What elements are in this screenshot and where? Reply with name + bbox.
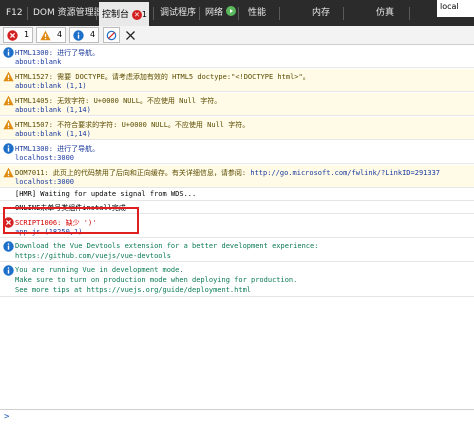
console-source-link[interactable]: about:blank (1,14) <box>15 106 91 114</box>
console-message: HTML1405: 无效字符: U+0000 NULL。不应使用 Null 字符… <box>15 97 222 105</box>
console-source-link[interactable]: app.js (18250,1) <box>15 228 82 236</box>
tab-divider <box>238 7 239 20</box>
console-message: HTML1300: 进行了导航。 <box>15 145 100 153</box>
tab-divider <box>409 7 410 20</box>
info-icon <box>3 265 14 276</box>
console-source-link[interactable]: about:blank (1,1) <box>15 82 87 90</box>
tab-dom-explorer-label: DOM 资源管理器 <box>33 8 103 18</box>
tab-performance[interactable]: 性能 <box>248 0 266 26</box>
console-message: HTML1507: 不符合要求的字符: U+0000 NULL。不应使用 Nul… <box>15 121 250 129</box>
tab-f12: F12 <box>6 0 23 26</box>
console-message: ONLINE未单号类组件install完成 <box>15 204 126 212</box>
info-icon <box>3 241 14 252</box>
warning-count: 4 <box>57 30 63 39</box>
tab-performance-label: 性能 <box>248 8 267 18</box>
console-source-link[interactable]: about:blank (1,14) <box>15 130 91 138</box>
tab-debugger-label: 调试程序 <box>160 8 197 18</box>
console-entry-log: [HMR] Waiting for update signal from WDS… <box>0 189 474 201</box>
console-entry-info: Download the Vue Devtools extension for … <box>0 239 474 262</box>
error-icon <box>3 217 14 228</box>
console-entry-info: HTML1300: 进行了导航。 localhost:3000 <box>0 141 474 164</box>
preserve-log-icon <box>106 30 117 41</box>
tab-network[interactable]: 网络 <box>205 0 236 26</box>
console-entry-error: SCRIPT1006: 缺少 ')' app.js (18250,1) <box>0 215 474 238</box>
console-entry-warning: HTML1527: 需要 DOCTYPE。请考虑添加有效的 HTML5 doct… <box>0 69 474 92</box>
local-label: local <box>437 0 474 17</box>
tab-divider <box>199 7 200 20</box>
console-message: Download the Vue Devtools extension for … <box>15 242 319 250</box>
console-source-link[interactable]: localhost:3000 <box>15 154 74 162</box>
tab-emulation[interactable]: 仿真 <box>376 0 394 26</box>
console-entry-info: You are running Vue in development mode.… <box>0 263 474 297</box>
warning-icon <box>3 95 14 106</box>
console-input-bar: > <box>0 409 474 427</box>
console-message: HTML1300: 进行了导航。 <box>15 49 100 57</box>
devtools-tab-bar: F12 DOM 资源管理器 控制台 ✕ 1 调试程序 网络 性能 内存 仿真 lo… <box>0 0 474 26</box>
tab-console[interactable]: 控制台 ✕ 1 <box>99 0 149 26</box>
play-icon <box>225 6 236 16</box>
f12-label: F12 <box>6 8 23 18</box>
console-entry-info: HTML1300: 进行了导航。 about:blank <box>0 45 474 68</box>
filter-info-button[interactable]: 4 <box>69 27 99 43</box>
console-entry-warning: DOM7011: 此页上的代码禁用了后向和正向缓存。有关详细信息，请参阅: ht… <box>0 165 474 188</box>
tab-divider <box>153 7 154 20</box>
error-badge-icon: ✕ <box>131 10 142 20</box>
console-message: You are running Vue in development mode. <box>15 266 184 274</box>
info-icon <box>3 47 14 58</box>
console-message-text: DOM7011: 此页上的代码禁用了后向和正向缓存。有关详细信息，请参阅: <box>15 169 247 177</box>
warning-icon <box>3 167 14 178</box>
info-icon <box>3 143 14 154</box>
tab-divider <box>343 7 344 20</box>
tab-divider <box>96 7 97 20</box>
fwlink-url[interactable]: http://go.microsoft.com/fwlink/?LinkID=2… <box>250 169 440 177</box>
console-message: [HMR] Waiting for update signal from WDS… <box>15 190 197 198</box>
console-message: SCRIPT1006: 缺少 ')' <box>15 219 97 227</box>
tab-network-label: 网络 <box>205 8 224 18</box>
warning-icon <box>3 119 14 130</box>
tab-debugger[interactable]: 调试程序 <box>160 0 196 26</box>
info-icon <box>73 30 84 41</box>
vue-devtools-url[interactable]: https://github.com/vuejs/vue-devtools <box>15 252 171 260</box>
console-toolbar: 1 4 4 <box>0 26 474 45</box>
console-message: HTML1527: 需要 DOCTYPE。请考虑添加有效的 HTML5 doct… <box>15 73 310 81</box>
console-entry-warning: HTML1405: 无效字符: U+0000 NULL。不应使用 Null 字符… <box>0 93 474 116</box>
local-label-text: local <box>440 2 459 11</box>
tab-dom-explorer[interactable]: DOM 资源管理器 <box>33 0 103 26</box>
prompt-chevron-icon: > <box>4 412 10 422</box>
console-source-link[interactable]: about:blank <box>15 58 61 66</box>
console-message-line2: Make sure to turn on production mode whe… <box>15 276 298 284</box>
tab-memory-label: 内存 <box>312 8 331 18</box>
console-entry-log: ONLINE未单号类组件install完成 <box>0 202 474 214</box>
warning-icon <box>3 71 14 82</box>
tab-emulation-label: 仿真 <box>376 8 395 18</box>
tab-memory[interactable]: 内存 <box>312 0 330 26</box>
warning-icon <box>40 30 51 41</box>
tab-console-badge: 1 <box>141 10 147 19</box>
console-message: DOM7011: 此页上的代码禁用了后向和正向缓存。有关详细信息，请参阅: ht… <box>15 168 440 178</box>
console-source-link[interactable]: localhost:3000 <box>15 178 74 186</box>
tab-divider <box>27 7 28 20</box>
filter-warnings-button[interactable]: 4 <box>36 27 66 43</box>
clear-console-button[interactable] <box>123 27 137 43</box>
error-count: 1 <box>24 30 30 39</box>
tab-divider <box>279 7 280 20</box>
tab-console-label: 控制台 <box>102 10 130 20</box>
preserve-log-button[interactable] <box>103 27 120 43</box>
console-message-line3: See more tips at https://vuejs.org/guide… <box>15 286 252 294</box>
error-icon <box>7 30 18 41</box>
console-entry-warning: HTML1507: 不符合要求的字符: U+0000 NULL。不应使用 Nul… <box>0 117 474 140</box>
info-count: 4 <box>90 30 96 39</box>
console-input[interactable] <box>16 411 466 425</box>
close-icon <box>126 31 135 40</box>
filter-errors-button[interactable]: 1 <box>3 27 33 43</box>
console-output: HTML1300: 进行了导航。 about:blank HTML1527: 需… <box>0 45 474 409</box>
